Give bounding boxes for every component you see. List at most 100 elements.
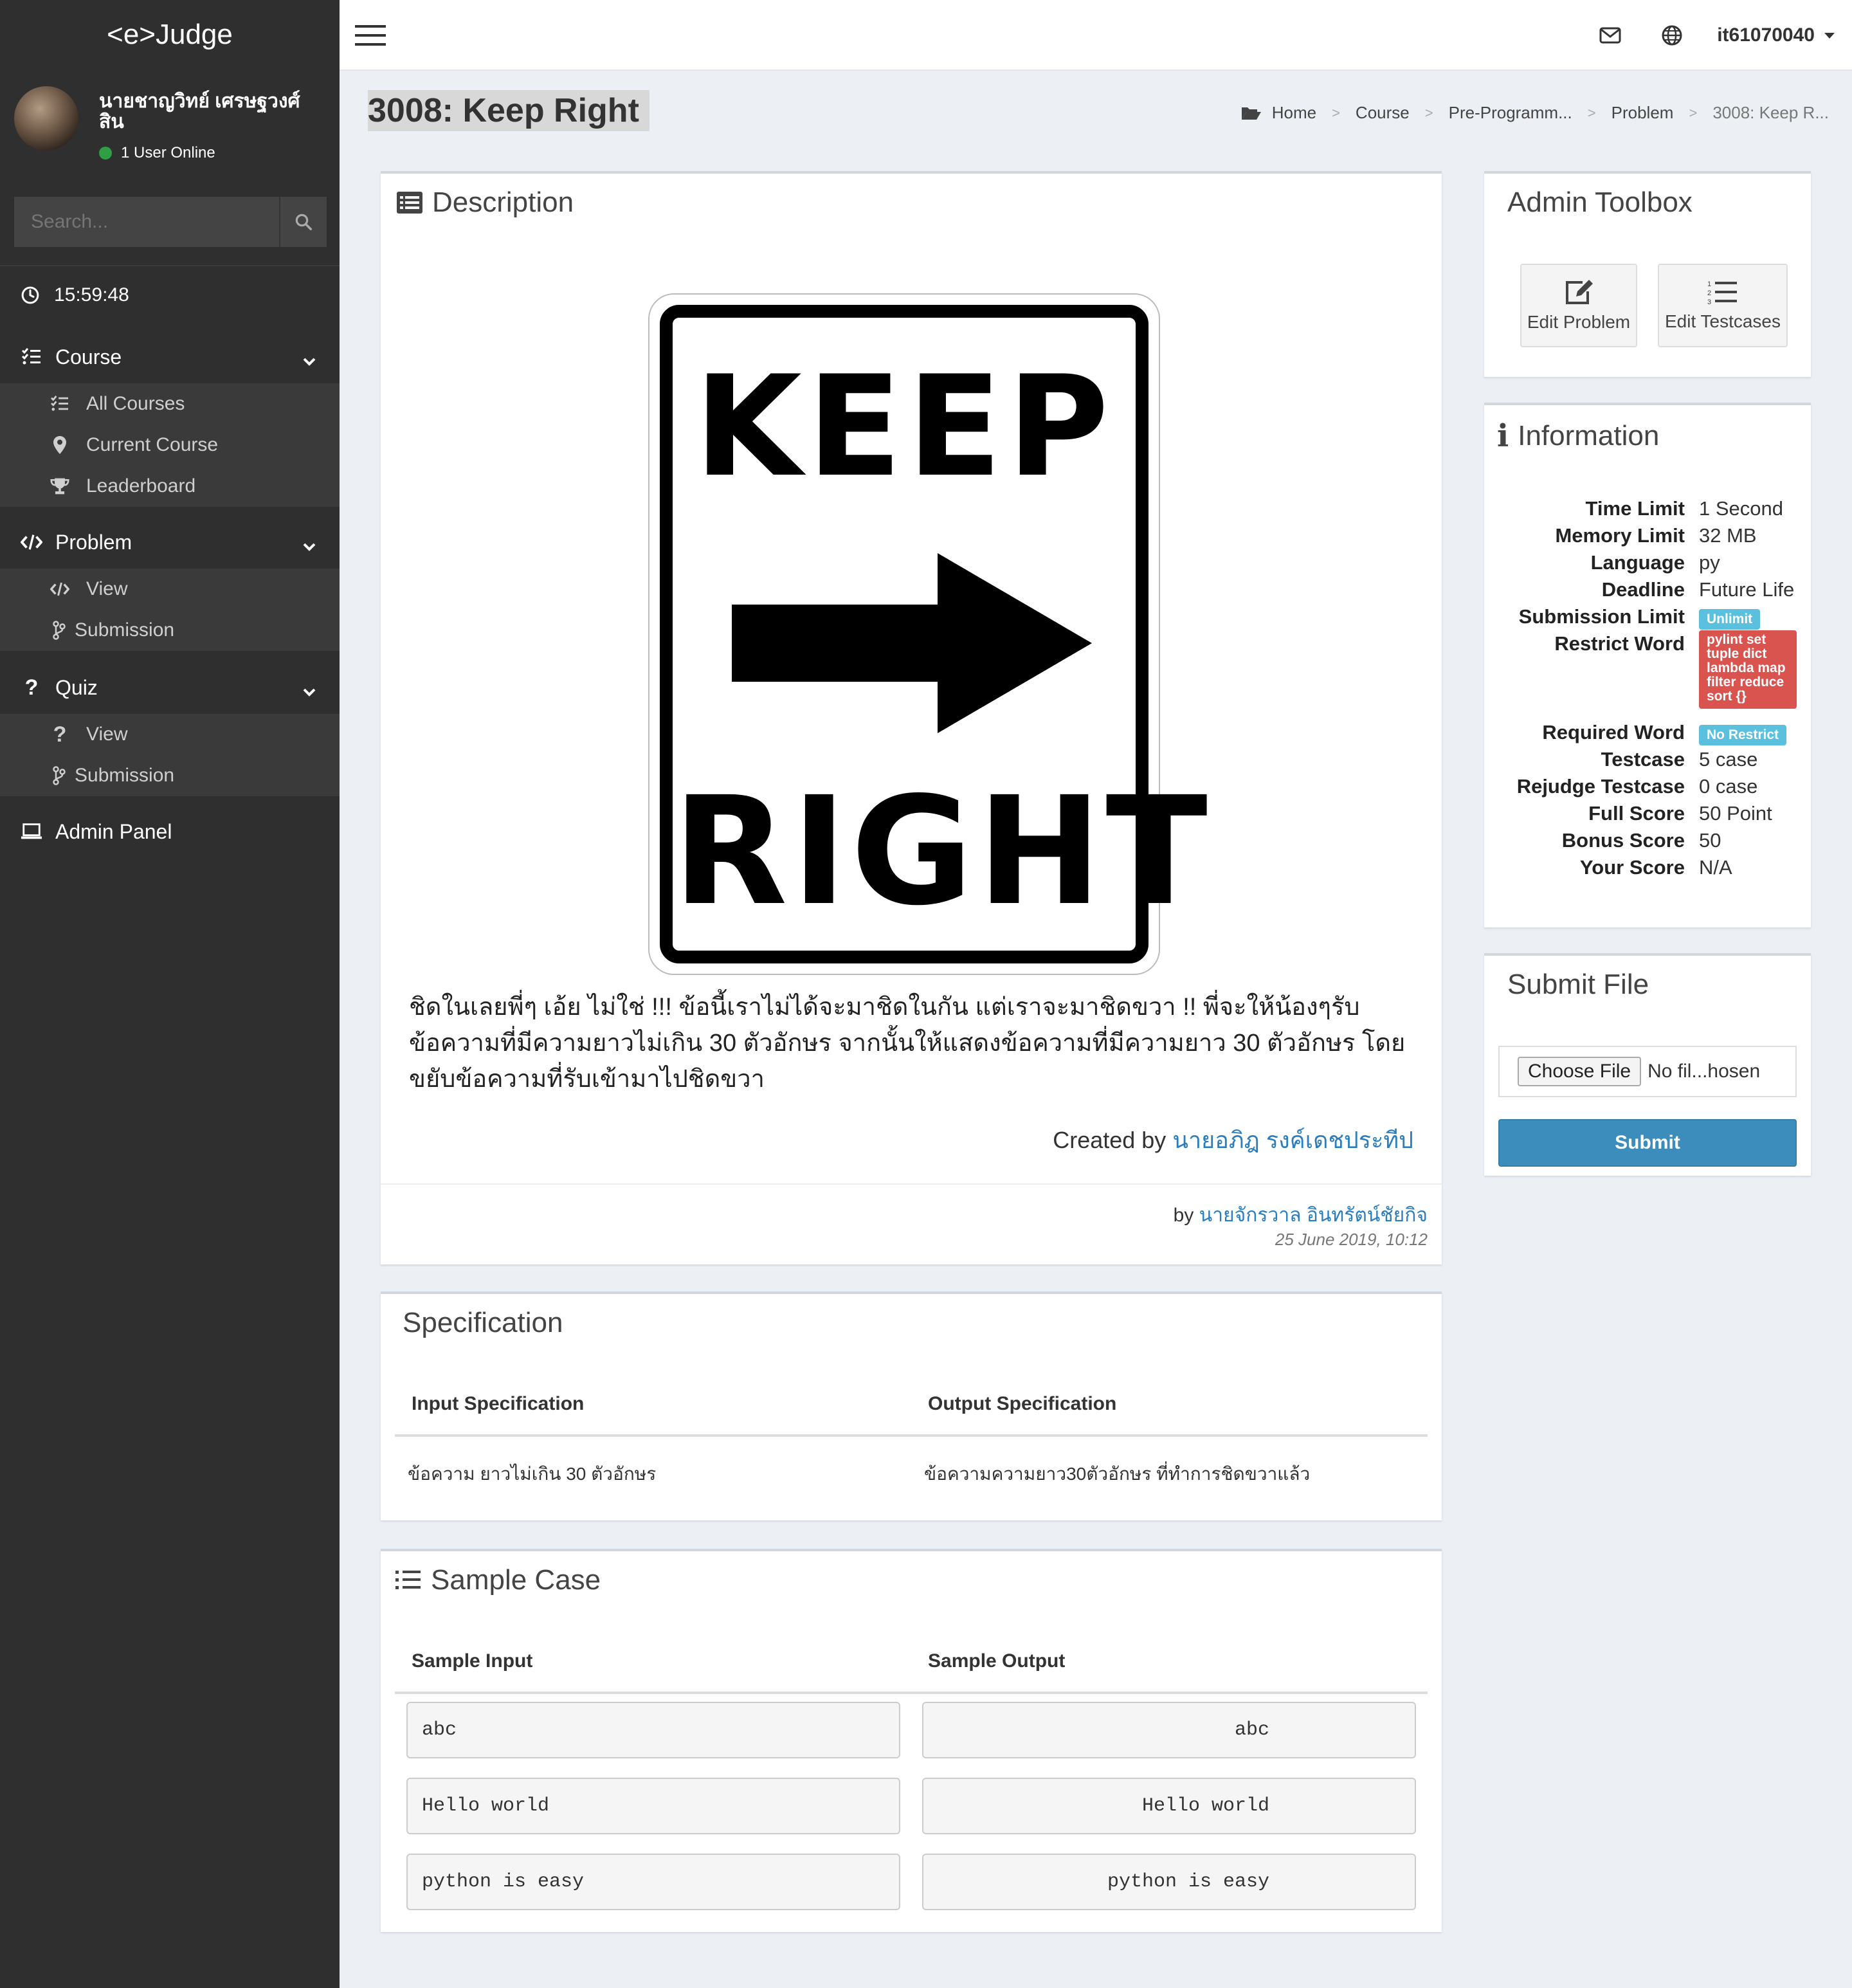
sidebar-item-label: Quiz <box>55 675 98 699</box>
description-footer: by นายจักรวาล อินทรัตน์ชัยกิจ 25 June 20… <box>381 1183 1442 1267</box>
information-header: i Information <box>1497 418 1659 454</box>
sidebar: <e>Judge นายชาญวิทย์ เศรษฐวงศ์สิน 1 User… <box>0 0 340 1988</box>
specification-table-header: Input Specification Output Specification <box>395 1393 1428 1437</box>
info-row-required-word: Required Word No Restrict <box>1484 719 1811 746</box>
admin-toolbox-title: Admin Toolbox <box>1507 187 1693 218</box>
info-row-deadline: Deadline Future Life <box>1601 578 1795 601</box>
sidebar-item-problem-submission[interactable]: Submission <box>4 610 340 651</box>
output-spec-header: Output Specification <box>928 1393 1117 1414</box>
description-box: Description KEEP RIGHT ชิดในเลยพี่ๆ เอ้ย… <box>381 171 1442 1264</box>
sample-case-title: Sample Case <box>431 1564 601 1596</box>
online-dot-icon <box>99 147 112 160</box>
sample-table-header: Sample Input Sample Output <box>395 1650 1428 1694</box>
sidebar-item-label: Admin Panel <box>55 819 172 843</box>
page-title: 3008: Keep Right <box>368 90 649 131</box>
chevron-down-icon <box>302 679 316 703</box>
sidebar-toggle-button[interactable] <box>355 24 386 50</box>
by-label: by <box>1173 1205 1194 1226</box>
search-input[interactable] <box>14 197 279 247</box>
input-spec-header: Input Specification <box>412 1393 585 1414</box>
submit-file-title: Submit File <box>1507 969 1649 1000</box>
sidebar-item-problem[interactable]: Problem <box>0 516 340 569</box>
breadcrumb-course-name[interactable]: Pre-Programm... <box>1449 103 1572 123</box>
svg-text:1: 1 <box>1707 280 1711 288</box>
sidebar-item-label: View <box>86 578 128 599</box>
editor-link[interactable]: นายจักรวาล อินทรัตน์ชัยกิจ <box>1199 1205 1428 1226</box>
edit-date: 25 June 2019, 10:12 <box>1275 1230 1428 1249</box>
sidebar-item-problem-view[interactable]: View <box>4 569 340 610</box>
sidebar-item-course[interactable]: Course <box>0 331 340 383</box>
author-link[interactable]: นายอภิฎ รงค์เดชประทีป <box>1172 1127 1413 1153</box>
sample-case-header: Sample Case <box>395 1564 601 1596</box>
avatar <box>14 86 78 150</box>
edit-problem-button[interactable]: Edit Problem <box>1520 264 1637 347</box>
sidebar-item-admin-panel[interactable]: Admin Panel <box>0 805 340 858</box>
sidebar-item-label: Current Course <box>86 434 219 455</box>
submit-button[interactable]: Submit <box>1498 1119 1797 1167</box>
info-row-testcase: Testcase 5 case <box>1601 748 1758 771</box>
sidebar-item-quiz-submission[interactable]: Submission <box>4 755 340 796</box>
language-button[interactable] <box>1641 25 1703 46</box>
info-row-memory-limit: Memory Limit 32 MB <box>1555 524 1757 547</box>
sample-output-3: python is easy <box>922 1854 1416 1910</box>
sidebar-item-quiz-view[interactable]: ? View <box>4 714 340 755</box>
chevron-down-icon <box>302 349 316 372</box>
edit-testcases-button[interactable]: 123 Edit Testcases <box>1658 264 1788 347</box>
sidebar-search <box>14 197 327 247</box>
breadcrumb-course[interactable]: Course <box>1356 103 1410 123</box>
file-input[interactable]: Choose File No fil...hosen <box>1498 1046 1797 1097</box>
clock-icon <box>21 286 39 304</box>
sample-output-header: Sample Output <box>928 1650 1066 1672</box>
edit-icon <box>1566 280 1593 304</box>
sidebar-item-all-courses[interactable]: All Courses <box>4 383 340 424</box>
breadcrumb-separator: > <box>1689 104 1698 121</box>
map-marker-icon <box>50 435 69 455</box>
brand-logo[interactable]: <e>Judge <box>0 0 340 69</box>
trophy-icon <box>50 477 69 496</box>
sign-text-bottom: RIGHT <box>673 765 1212 938</box>
topbar: it61070040 <box>340 0 1852 71</box>
code-branch-icon <box>53 621 66 640</box>
sidebar-item-leaderboard[interactable]: Leaderboard <box>4 466 340 507</box>
laptop-icon <box>21 823 42 841</box>
sample-input-2: Hello world <box>406 1778 900 1834</box>
user-menu[interactable]: it61070040 <box>1717 24 1839 46</box>
code-icon <box>21 533 42 551</box>
description-header: Description <box>396 187 574 219</box>
hamburger-icon <box>355 25 386 46</box>
svg-text:3: 3 <box>1707 298 1711 306</box>
course-submenu: All Courses Current Course Leaderboard <box>0 383 340 507</box>
sidebar-item-label: Problem <box>55 530 132 554</box>
specification-row: ข้อความ ยาวไม่เกิน 30 ตัวอักษร ข้อความคว… <box>395 1460 1428 1488</box>
username: it61070040 <box>1717 24 1815 46</box>
online-status: 1 User Online <box>99 144 215 162</box>
info-row-submission-limit: Submission Limit Unlimit <box>1484 603 1811 630</box>
messages-button[interactable] <box>1579 27 1641 44</box>
description-title: Description <box>432 187 574 218</box>
input-spec-text: ข้อความ ยาวไม่เกิน 30 ตัวอักษร <box>408 1464 657 1484</box>
information-box: i Information Time Limit 1 Second Memory … <box>1484 403 1811 927</box>
question-icon: ? <box>53 722 67 747</box>
file-status: No fil...hosen <box>1648 1061 1761 1082</box>
breadcrumb-current: 3008: Keep R... <box>1712 103 1829 122</box>
sample-input-1: abc <box>406 1702 900 1758</box>
nav-section-admin: Admin Panel <box>0 805 340 858</box>
sidebar-item-label: Course <box>55 345 122 369</box>
question-icon: ? <box>24 675 39 700</box>
search-button[interactable] <box>279 197 327 247</box>
sidebar-item-label: View <box>86 724 128 745</box>
user-panel: นายชาญวิทย์ เศรษฐวงศ์สิน <box>0 69 340 198</box>
sidebar-item-quiz[interactable]: ? Quiz <box>0 661 340 714</box>
envelope-icon <box>1599 27 1621 44</box>
breadcrumb-home[interactable]: Home <box>1272 103 1316 123</box>
specification-title: Specification <box>403 1307 563 1338</box>
choose-file-button[interactable]: Choose File <box>1518 1057 1642 1086</box>
chevron-down-icon <box>302 534 316 558</box>
sidebar-item-current-course[interactable]: Current Course <box>4 424 340 466</box>
breadcrumb-problem[interactable]: Problem <box>1611 103 1674 123</box>
problem-description-text: ชิดในเลยพี่ๆ เอ้ย ไม่ใช่ !!! ข้อนี้เราไม… <box>409 994 1406 1093</box>
specification-box: Specification Input Specification Output… <box>381 1291 1442 1520</box>
globe-icon <box>1662 25 1682 46</box>
edit-problem-label: Edit Problem <box>1527 312 1631 332</box>
sample-input-header: Sample Input <box>412 1650 533 1672</box>
